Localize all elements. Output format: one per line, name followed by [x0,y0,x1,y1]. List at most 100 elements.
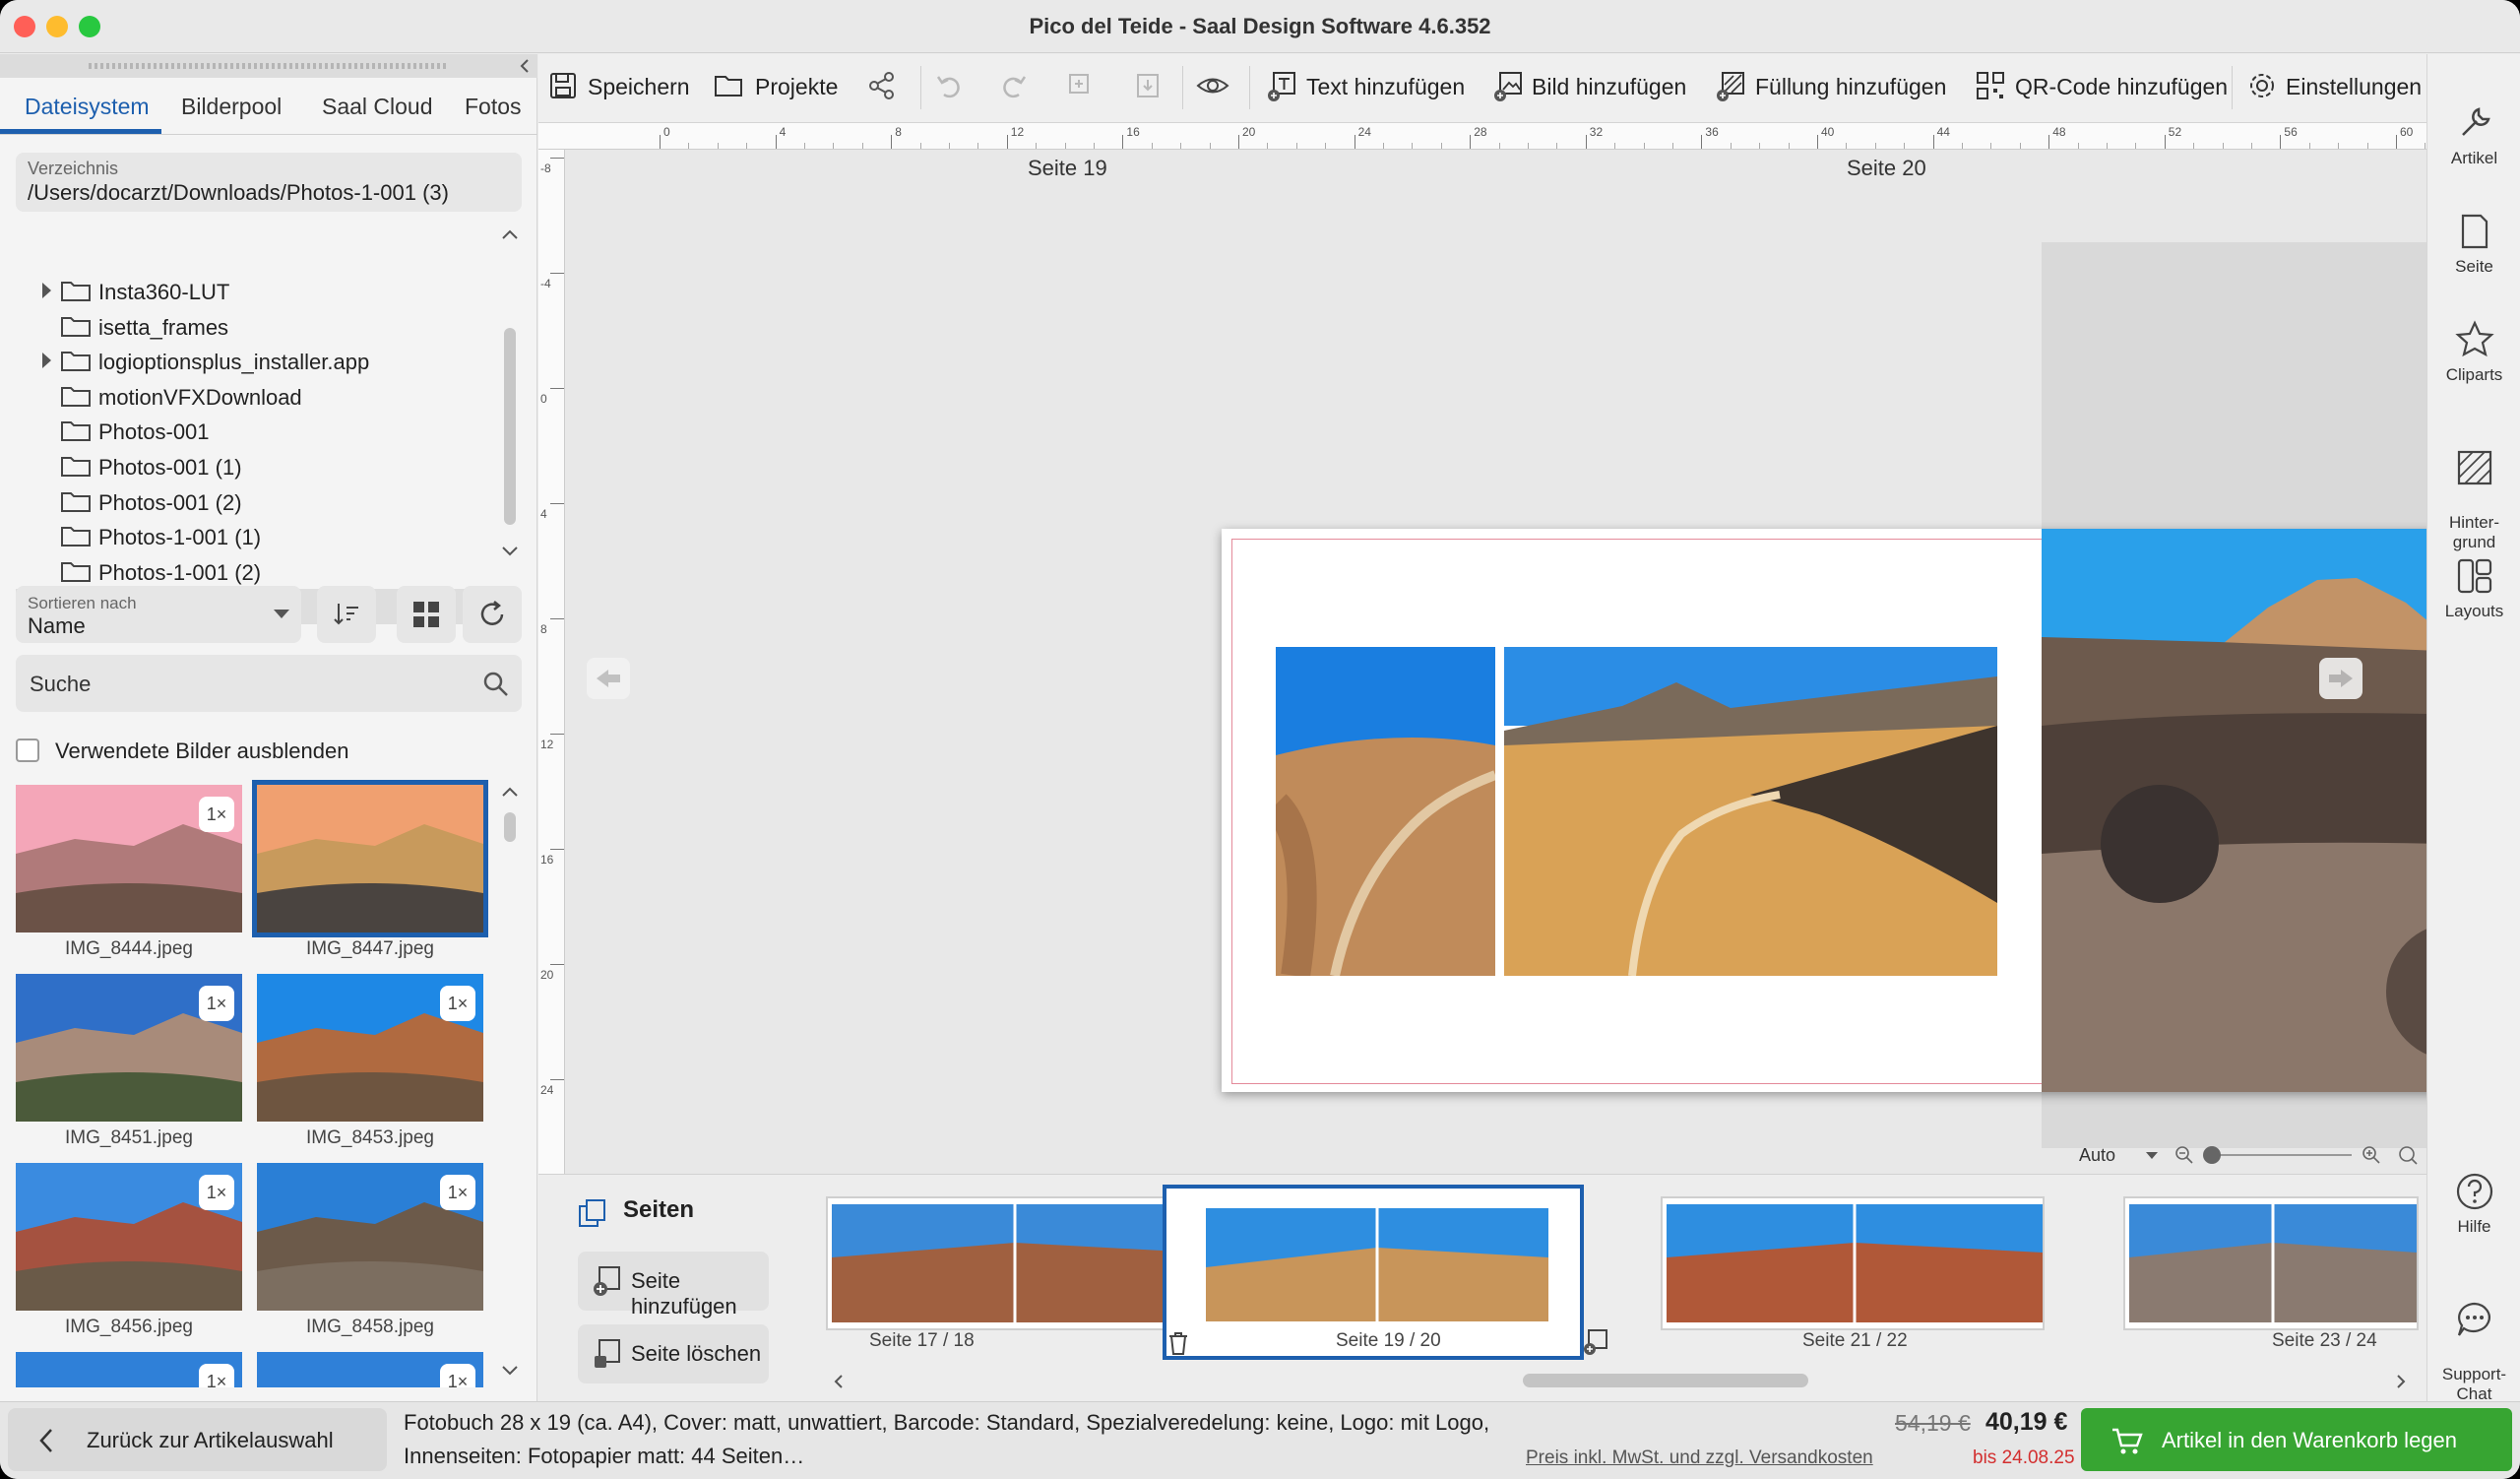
tab-dateisystem[interactable]: Dateisystem [25,94,150,120]
photo-frame-center[interactable] [1504,647,1997,976]
hide-used-checkbox[interactable] [16,739,39,762]
rail-layouts[interactable]: Layouts [2427,556,2520,621]
paste-icon[interactable] [1133,71,1163,100]
share-icon[interactable] [867,71,897,100]
zoom-select[interactable]: Auto [2079,1145,2115,1166]
panel-grip[interactable] [0,54,537,78]
editor-canvas[interactable]: Seite 19 Seite 20 Auto [565,150,2520,1174]
projects-button[interactable]: Projekte [755,74,838,100]
ruler-minor-tick [2251,143,2252,149]
image-grid-scrollbar[interactable] [504,812,516,842]
folder-item[interactable]: Photos-1-001 (1) [16,519,498,554]
image-thumbnail[interactable] [252,780,488,937]
rail-hintergrund[interactable]: Hinter- grund [2427,428,2520,552]
image-thumbnail[interactable]: 1× [257,1163,483,1311]
pages-scroll-right-icon[interactable] [2394,1374,2408,1389]
refresh-button[interactable] [463,586,522,643]
rail-support-chat[interactable]: Support- Chat [2427,1280,2520,1404]
add-spread-icon[interactable] [1582,1328,1609,1361]
search-icon[interactable] [482,671,510,698]
tab-fotos[interactable]: Fotos [465,94,522,120]
image-thumbnail[interactable]: 1× [257,1352,483,1387]
left-page-label: Seite 19 [1028,156,1107,180]
rail-artikel[interactable]: Artikel [2427,103,2520,168]
photo-spread[interactable] [1222,529,2520,1092]
directory-label: Verzeichnis [28,159,119,178]
scroll-up-icon[interactable] [500,227,520,241]
scroll-down-icon[interactable] [500,545,520,558]
image-thumbnail[interactable]: 1× [16,1163,242,1311]
rail-cliparts[interactable]: Cliparts [2427,320,2520,385]
image-thumbnail[interactable]: 1× [16,1352,242,1387]
search-field[interactable]: Suche [16,655,522,712]
tab-saal-cloud[interactable]: Saal Cloud [322,94,433,120]
sort-order-button[interactable] [317,586,376,643]
trash-icon[interactable] [1166,1330,1190,1361]
preview-eye-icon[interactable] [1196,71,1229,100]
qr-code-icon [1977,72,2004,99]
folder-item[interactable]: motionVFXDownload [16,379,498,415]
rail-hilfe[interactable]: Hilfe [2427,1172,2520,1237]
collapse-panel-icon[interactable] [518,58,532,74]
zoom-slider-track[interactable] [2204,1154,2352,1156]
grid-view-button[interactable] [397,586,456,643]
back-button[interactable]: Zurück zur Artikelauswahl [8,1408,387,1471]
next-spread-button[interactable] [2319,658,2362,699]
folder-item[interactable]: logioptionsplus_installer.app [16,344,498,379]
rail-seite[interactable]: Seite [2427,212,2520,277]
ruler-minor-tick [746,143,748,149]
pages-scroll-left-icon[interactable] [832,1374,846,1389]
save-button[interactable]: Speichern [588,74,690,100]
add-to-cart-button[interactable]: Artikel in den Warenkorb legen [2081,1408,2512,1471]
ruler-minor-tick [1036,143,1038,149]
arrow-right-icon [2329,670,2353,687]
spread-preview [2125,1198,2417,1328]
zoom-slider-thumb[interactable] [2203,1146,2221,1164]
arrow-left-icon [597,670,620,687]
zoom-out-icon[interactable] [2174,1145,2194,1165]
add-image-button[interactable]: Bild hinzufügen [1532,74,1686,100]
images-scroll-down-icon[interactable] [500,1364,520,1378]
ruler-minor-tick [804,143,805,149]
add-page-button[interactable]: Seite hinzufügen [578,1252,769,1318]
ruler-number: 48 [2052,125,2066,139]
redo-icon[interactable] [999,71,1029,100]
zoom-fit-icon[interactable] [2398,1145,2418,1165]
folder-tree-scrollbar[interactable] [504,328,516,525]
image-thumbnail[interactable]: 1× [16,974,242,1122]
photo-frame-left[interactable] [1276,647,1495,976]
image-thumbnail[interactable]: 1× [257,974,483,1122]
folder-item[interactable]: Photos-001 (2) [16,484,498,520]
folder-item[interactable]: Insta360-LUT [16,274,498,309]
ruler-tick [2280,135,2282,149]
directory-field[interactable]: Verzeichnis /Users/docarzt/Downloads/Pho… [16,153,522,212]
ruler-minor-tick [1498,143,1500,149]
images-scroll-up-icon[interactable] [500,785,520,799]
price-note-link[interactable]: Preis inkl. MwSt. und zzgl. Versandkoste… [1526,1447,1873,1469]
image-thumbnail[interactable]: 1× [16,785,242,932]
undo-icon[interactable] [934,71,964,100]
tab-bilderpool[interactable]: Bilderpool [181,94,282,120]
sort-select[interactable]: Sortieren nach Name [16,586,301,643]
add-text-button[interactable]: Text hinzufügen [1306,74,1465,100]
ruler-number: 12 [540,738,554,751]
folder-item[interactable]: Photos-001 (1) [16,449,498,484]
zoom-in-icon[interactable] [2362,1145,2381,1165]
rail-hintergrund-label: Hinter- grund [2448,513,2499,551]
expand-arrow-icon[interactable] [42,283,51,298]
pages-scrollbar[interactable] [1523,1374,1808,1387]
copy-icon[interactable] [1066,71,1096,100]
add-qr-button[interactable]: QR-Code hinzufügen [2015,74,2228,100]
spread-thumbnail[interactable] [2123,1196,2419,1330]
spread-thumbnail[interactable] [1661,1196,2045,1330]
add-fill-button[interactable]: Füllung hinzufügen [1755,74,1946,100]
spread-thumbnail[interactable] [826,1196,1200,1330]
horizontal-ruler: 0 4 8 12 16 20 24 28 32 36 40 44 48 52 56 60 [538,123,2426,150]
folder-item[interactable]: Photos-001 [16,414,498,449]
folder-item[interactable]: isetta_frames [16,309,498,345]
delete-page-button[interactable]: Seite löschen [578,1324,769,1383]
previous-spread-button[interactable] [587,658,630,699]
settings-button[interactable]: Einstellungen [2286,74,2422,100]
expand-arrow-icon[interactable] [42,353,51,369]
folder-item[interactable]: Photos-1-001 (2) [16,554,498,590]
